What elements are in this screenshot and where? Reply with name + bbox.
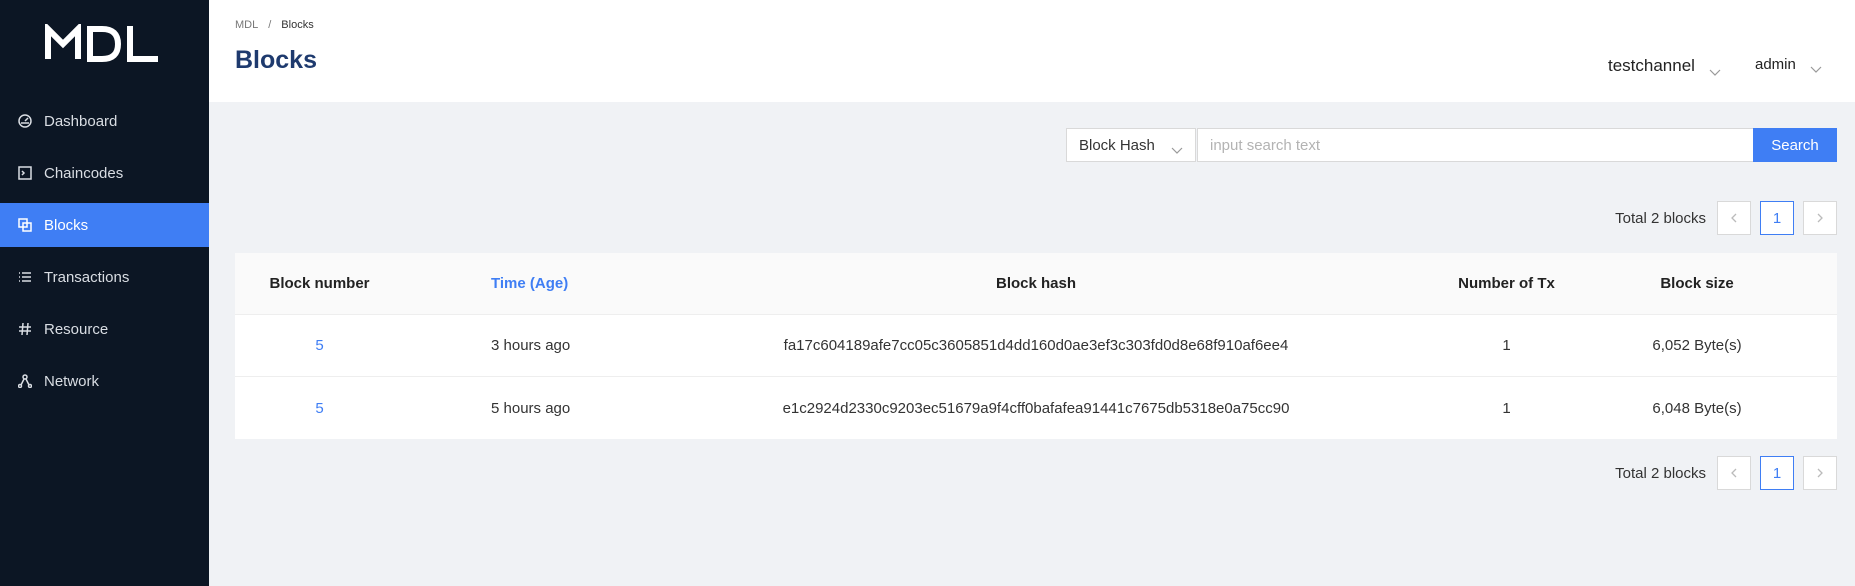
column-header-block-number: Block number: [269, 275, 370, 292]
pagination-total: Total 2 blocks: [1615, 464, 1706, 482]
search-button[interactable]: Search: [1753, 128, 1837, 162]
block-size: 6,052 Byte(s): [1652, 337, 1742, 354]
sidebar-item-label: Dashboard: [44, 112, 118, 130]
search-type-select[interactable]: Block Hash: [1066, 128, 1196, 162]
sidebar-item-label: Network: [44, 372, 100, 390]
user-select[interactable]: admin: [1755, 56, 1822, 73]
block-hash: fa17c604189afe7cc05c3605851d4dd160d0ae3e…: [783, 337, 1289, 354]
chevron-down-icon: [1171, 142, 1183, 159]
channel-select[interactable]: testchannel: [1608, 56, 1721, 76]
column-header-block-size: Block size: [1660, 275, 1734, 292]
sidebar-item-blocks[interactable]: Blocks: [0, 203, 209, 247]
breadcrumb: MDL / Blocks: [235, 19, 314, 31]
sidebar-item-resource[interactable]: Resource: [0, 307, 209, 351]
breadcrumb-home[interactable]: MDL: [235, 19, 258, 31]
sidebar-item-dashboard[interactable]: Dashboard: [0, 99, 209, 143]
page-number-button[interactable]: 1: [1760, 201, 1794, 235]
chevron-right-icon: [1817, 468, 1823, 478]
pagination-top: Total 2 blocks 1: [1615, 201, 1837, 235]
network-icon: [18, 374, 32, 388]
column-header-block-hash: Block hash: [995, 275, 1077, 292]
dashboard-icon: [18, 114, 32, 128]
page-header: MDL / Blocks Blocks testchannel admin: [209, 0, 1855, 102]
chevron-down-icon: [1709, 62, 1721, 76]
search-input[interactable]: [1197, 128, 1754, 162]
chevron-left-icon: [1731, 213, 1737, 223]
logo: [45, 24, 158, 62]
sidebar-item-label: Transactions: [44, 268, 130, 286]
next-page-button[interactable]: [1803, 201, 1837, 235]
terminal-icon: [18, 166, 32, 180]
sidebar: Dashboard Chaincodes Blocks Transactions…: [0, 0, 209, 586]
blocks-icon: [18, 218, 32, 232]
list-icon: [18, 270, 32, 284]
table-row: 5 5 hours ago e1c2924d2330c9203ec51679a9…: [235, 377, 1837, 439]
breadcrumb-current: Blocks: [281, 19, 314, 31]
sidebar-item-network[interactable]: Network: [0, 359, 209, 403]
block-time: 5 hours ago: [491, 399, 571, 417]
blocks-table: Block number Time (Age) Block hash Numbe…: [235, 253, 1837, 439]
chevron-right-icon: [1817, 213, 1823, 223]
prev-page-button[interactable]: [1717, 201, 1751, 235]
block-tx-count: 1: [1502, 337, 1511, 354]
table-row: 5 3 hours ago fa17c604189afe7cc05c360585…: [235, 315, 1837, 377]
sidebar-item-label: Blocks: [44, 216, 89, 234]
table-header: Block number Time (Age) Block hash Numbe…: [235, 253, 1837, 315]
column-header-time[interactable]: Time (Age): [404, 275, 646, 292]
sidebar-item-label: Resource: [44, 320, 109, 338]
block-hash: e1c2924d2330c9203ec51679a9f4cff0bafafea9…: [782, 399, 1290, 417]
next-page-button[interactable]: [1803, 456, 1837, 490]
page-number-button[interactable]: 1: [1760, 456, 1794, 490]
block-number-link[interactable]: 5: [235, 400, 404, 417]
block-tx-count: 1: [1502, 399, 1511, 417]
hash-icon: [18, 322, 32, 336]
column-header-number-of-tx: Number of Tx: [1458, 275, 1555, 292]
sidebar-item-label: Chaincodes: [44, 164, 124, 182]
block-time: 3 hours ago: [491, 337, 571, 354]
search-type-value: Block Hash: [1079, 136, 1155, 154]
page-title: Blocks: [235, 46, 317, 74]
sidebar-nav: Dashboard Chaincodes Blocks Transactions…: [0, 99, 209, 411]
block-size: 6,048 Byte(s): [1652, 399, 1742, 417]
user-select-value: admin: [1755, 56, 1796, 73]
breadcrumb-separator: /: [268, 19, 272, 31]
block-number-link[interactable]: 5: [235, 337, 404, 354]
sidebar-item-chaincodes[interactable]: Chaincodes: [0, 151, 209, 195]
prev-page-button[interactable]: [1717, 456, 1751, 490]
pagination-total: Total 2 blocks: [1615, 209, 1706, 227]
channel-select-value: testchannel: [1608, 56, 1695, 75]
pagination-bottom: Total 2 blocks 1: [1615, 456, 1837, 490]
sidebar-item-transactions[interactable]: Transactions: [0, 255, 209, 299]
chevron-left-icon: [1731, 468, 1737, 478]
chevron-down-icon: [1810, 61, 1822, 73]
